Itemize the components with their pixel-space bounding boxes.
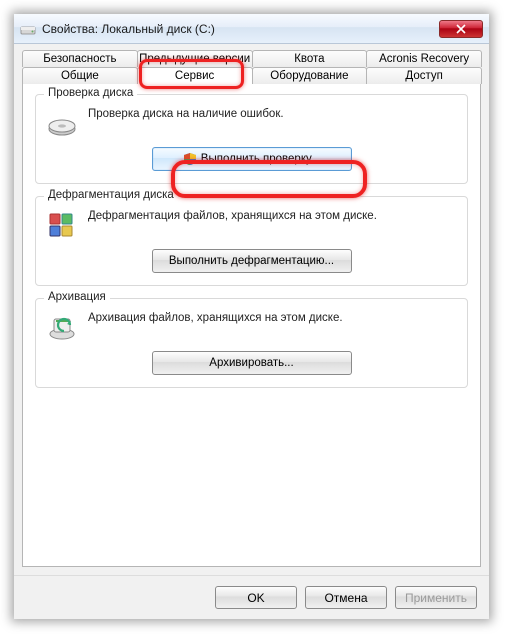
apply-button: Применить	[395, 586, 477, 609]
backup-now-button[interactable]: Архивировать...	[152, 351, 352, 375]
dialog-content: Безопасность Предыдущие версии Квота Acr…	[14, 44, 489, 575]
backup-button-label: Архивировать...	[209, 357, 293, 369]
tab-panel-tools: Проверка диска Проверка диска на наличие…	[22, 83, 481, 567]
defragment-now-button[interactable]: Выполнить дефрагментацию...	[152, 249, 352, 273]
group-title-backup: Архивация	[44, 291, 110, 303]
backup-description: Архивация файлов, хранящихся на этом дис…	[88, 311, 457, 327]
tab-strip: Безопасность Предыдущие версии Квота Acr…	[22, 50, 481, 84]
window-title: Свойства: Локальный диск (C:)	[42, 22, 215, 36]
cancel-button[interactable]: Отмена	[305, 586, 387, 609]
ok-button[interactable]: OK	[215, 586, 297, 609]
backup-icon	[46, 311, 78, 343]
check-now-label: Выполнить проверку...	[201, 153, 320, 165]
uac-shield-icon	[183, 152, 197, 166]
defrag-description: Дефрагментация файлов, хранящихся на это…	[88, 209, 457, 225]
tab-tools[interactable]: Сервис	[137, 67, 253, 84]
tab-security[interactable]: Безопасность	[22, 50, 138, 67]
drive-icon	[20, 21, 36, 37]
group-backup: Архивация Архивация файлов, хранящихся н…	[35, 298, 468, 388]
tab-acronis-recovery[interactable]: Acronis Recovery	[366, 50, 482, 67]
properties-dialog: Свойства: Локальный диск (C:) Безопаснос…	[14, 14, 489, 619]
defrag-icon	[46, 209, 78, 241]
tab-hardware[interactable]: Оборудование	[252, 67, 368, 84]
dialog-footer: OK Отмена Применить	[14, 575, 489, 619]
titlebar[interactable]: Свойства: Локальный диск (C:)	[14, 14, 489, 44]
group-title-defrag: Дефрагментация диска	[44, 189, 178, 201]
disk-check-icon	[46, 107, 78, 139]
tab-general[interactable]: Общие	[22, 67, 138, 84]
tab-quota[interactable]: Квота	[252, 50, 368, 67]
check-now-button[interactable]: Выполнить проверку...	[152, 147, 352, 171]
group-error-checking: Проверка диска Проверка диска на наличие…	[35, 94, 468, 184]
check-description: Проверка диска на наличие ошибок.	[88, 107, 457, 123]
group-title-check: Проверка диска	[44, 87, 137, 99]
tab-previous-versions[interactable]: Предыдущие версии	[137, 50, 253, 67]
tab-sharing[interactable]: Доступ	[366, 67, 482, 84]
defrag-button-label: Выполнить дефрагментацию...	[169, 255, 334, 267]
close-button[interactable]	[439, 20, 483, 38]
group-defragmentation: Дефрагментация диска Дефрагментация файл…	[35, 196, 468, 286]
